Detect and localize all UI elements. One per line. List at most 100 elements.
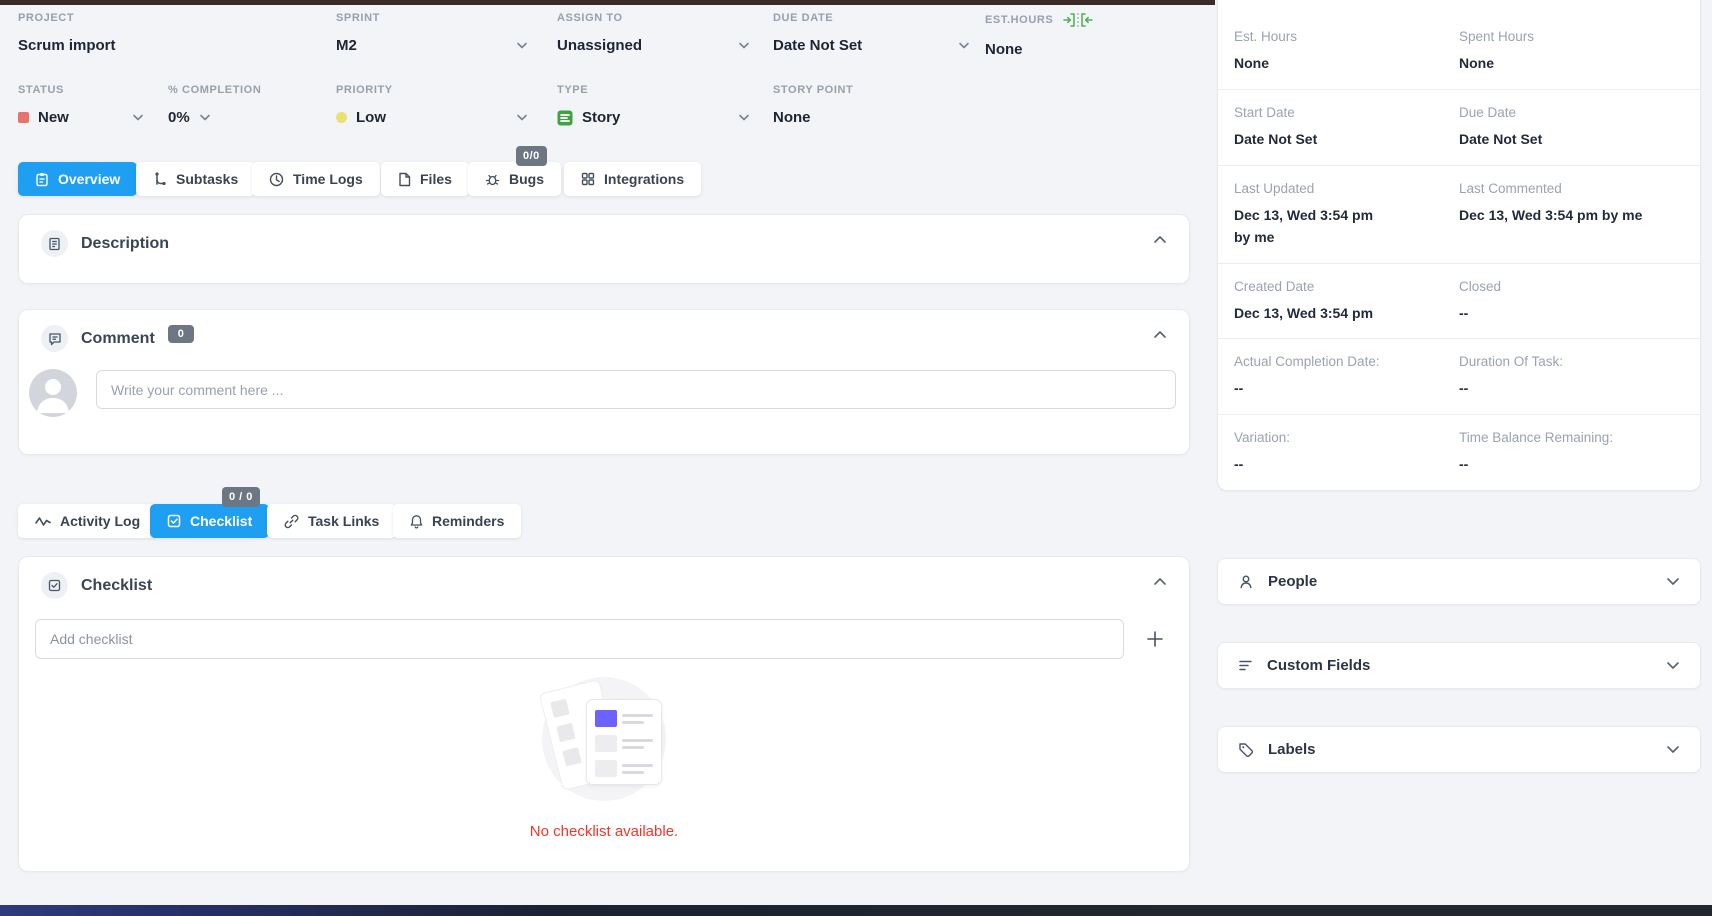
comment-title: Comment bbox=[81, 330, 155, 348]
story-point-value[interactable]: None bbox=[773, 109, 953, 126]
detail-label: Spent Hours bbox=[1459, 29, 1674, 44]
chevron-down-icon[interactable] bbox=[516, 42, 528, 50]
field-status[interactable]: STATUS New bbox=[18, 84, 148, 126]
tab-time-logs-label: Time Logs bbox=[293, 171, 363, 187]
details-row: Actual Completion Date: -- Duration Of T… bbox=[1218, 338, 1700, 414]
field-type[interactable]: TYPE Story bbox=[557, 84, 754, 126]
details-row: Created Date Dec 13, Wed 3:54 pm Closed … bbox=[1218, 263, 1700, 339]
comment-icon bbox=[41, 325, 68, 352]
priority-value[interactable]: Low bbox=[356, 109, 386, 126]
checklist-icon bbox=[167, 514, 181, 528]
tab-subtasks[interactable]: Subtasks bbox=[136, 162, 255, 196]
sprint-value[interactable]: M2 bbox=[336, 37, 532, 54]
tab-time-logs[interactable]: Time Logs bbox=[252, 162, 380, 196]
tab-files[interactable]: Files bbox=[381, 162, 469, 196]
completion-value[interactable]: 0% bbox=[168, 109, 190, 126]
tab-reminders-label: Reminders bbox=[432, 513, 504, 529]
detail-value-line2: by me bbox=[1234, 228, 1449, 247]
tab-activity-log[interactable]: Activity Log bbox=[18, 504, 157, 538]
field-due-date[interactable]: DUE DATE Date Not Set bbox=[773, 12, 974, 54]
detail-value: -- bbox=[1459, 304, 1674, 323]
field-project: PROJECT Scrum import bbox=[18, 12, 318, 54]
status-value[interactable]: New bbox=[38, 109, 69, 126]
link-icon bbox=[284, 514, 299, 529]
chevron-down-icon[interactable] bbox=[132, 114, 144, 122]
detail-value: Date Not Set bbox=[1459, 130, 1674, 149]
description-icon bbox=[41, 230, 68, 257]
checklist-empty-state: No checklist available. bbox=[19, 677, 1189, 840]
detail-value: None bbox=[1459, 54, 1674, 73]
tab-files-label: Files bbox=[420, 171, 452, 187]
checklist-panel-icon bbox=[41, 572, 68, 599]
file-icon bbox=[398, 172, 411, 187]
field-assign-to[interactable]: ASSIGN TO Unassigned bbox=[557, 12, 754, 54]
window-bottom-edge bbox=[0, 905, 1712, 916]
detail-value: -- bbox=[1459, 455, 1674, 474]
tab-checklist[interactable]: Checklist bbox=[150, 504, 269, 538]
custom-fields-icon bbox=[1238, 658, 1253, 673]
chevron-down-icon[interactable] bbox=[738, 42, 750, 50]
person-icon bbox=[1238, 574, 1254, 590]
collapse-checklist-chevron-up-icon[interactable] bbox=[1153, 577, 1167, 586]
tab-activity-log-label: Activity Log bbox=[60, 513, 140, 529]
detail-value: None bbox=[1234, 54, 1449, 73]
detail-value: -- bbox=[1234, 455, 1449, 474]
chevron-down-icon[interactable] bbox=[738, 114, 750, 122]
section-custom-fields-label: Custom Fields bbox=[1267, 657, 1370, 674]
tab-integrations[interactable]: Integrations bbox=[564, 162, 701, 196]
add-checklist-input[interactable] bbox=[35, 619, 1124, 659]
chevron-down-icon[interactable] bbox=[1666, 745, 1680, 754]
field-sprint[interactable]: SPRINT M2 bbox=[336, 12, 532, 54]
detail-value: Dec 13, Wed 3:54 pm by me bbox=[1459, 206, 1674, 225]
add-checklist-button[interactable] bbox=[1137, 621, 1173, 657]
fit-columns-icon[interactable] bbox=[1063, 12, 1093, 28]
type-label: TYPE bbox=[557, 84, 754, 96]
detail-label: Duration Of Task: bbox=[1459, 354, 1674, 369]
chevron-down-icon[interactable] bbox=[199, 114, 211, 122]
project-label: PROJECT bbox=[18, 12, 318, 24]
tab-integrations-label: Integrations bbox=[604, 171, 684, 187]
collapse-comment-chevron-up-icon[interactable] bbox=[1153, 330, 1167, 339]
tab-reminders[interactable]: Reminders bbox=[393, 504, 521, 538]
chevron-down-icon[interactable] bbox=[1666, 577, 1680, 586]
clock-icon bbox=[269, 172, 284, 187]
due-date-value[interactable]: Date Not Set bbox=[773, 37, 974, 54]
field-completion[interactable]: % COMPLETION 0% bbox=[168, 84, 298, 126]
chevron-down-icon[interactable] bbox=[516, 114, 528, 122]
detail-label: Actual Completion Date: bbox=[1234, 354, 1449, 369]
priority-color-dot bbox=[336, 112, 347, 123]
tab-overview[interactable]: Overview bbox=[18, 162, 137, 196]
tab-bugs[interactable]: Bugs bbox=[468, 162, 561, 196]
comment-input[interactable] bbox=[96, 370, 1176, 409]
detail-label: Variation: bbox=[1234, 430, 1449, 445]
detail-label: Due Date bbox=[1459, 105, 1674, 120]
details-row: Start Date Date Not Set Due Date Date No… bbox=[1218, 89, 1700, 165]
chevron-down-icon[interactable] bbox=[1666, 661, 1680, 670]
type-value[interactable]: Story bbox=[582, 109, 620, 126]
chevron-down-icon[interactable] bbox=[958, 42, 970, 50]
field-priority[interactable]: PRIORITY Low bbox=[336, 84, 532, 126]
section-labels[interactable]: Labels bbox=[1217, 726, 1701, 773]
assign-to-value[interactable]: Unassigned bbox=[557, 37, 754, 54]
field-story-point[interactable]: STORY POINT None bbox=[773, 84, 953, 126]
detail-value: -- bbox=[1459, 379, 1674, 398]
section-people[interactable]: People bbox=[1217, 558, 1701, 605]
checklist-count-badge: 0 / 0 bbox=[222, 487, 260, 507]
detail-label: Closed bbox=[1459, 279, 1674, 294]
est-hours-value[interactable]: None bbox=[985, 41, 1165, 58]
details-row: Last Updated Dec 13, Wed 3:54 pm by me L… bbox=[1218, 165, 1700, 263]
section-people-label: People bbox=[1268, 573, 1317, 590]
tab-task-links[interactable]: Task Links bbox=[267, 504, 396, 538]
assign-to-label: ASSIGN TO bbox=[557, 12, 754, 24]
field-est-hours: EST.HOURS None bbox=[985, 12, 1165, 58]
detail-value: Dec 13, Wed 3:54 pm bbox=[1234, 304, 1449, 323]
description-panel: Description bbox=[18, 214, 1190, 284]
collapse-description-chevron-up-icon[interactable] bbox=[1153, 235, 1167, 244]
checklist-title: Checklist bbox=[81, 577, 152, 595]
priority-label: PRIORITY bbox=[336, 84, 532, 96]
description-title: Description bbox=[81, 235, 169, 253]
details-row: Est. Hours None Spent Hours None bbox=[1218, 14, 1700, 89]
detail-label: Created Date bbox=[1234, 279, 1449, 294]
section-custom-fields[interactable]: Custom Fields bbox=[1217, 642, 1701, 689]
subtasks-icon bbox=[153, 172, 167, 187]
